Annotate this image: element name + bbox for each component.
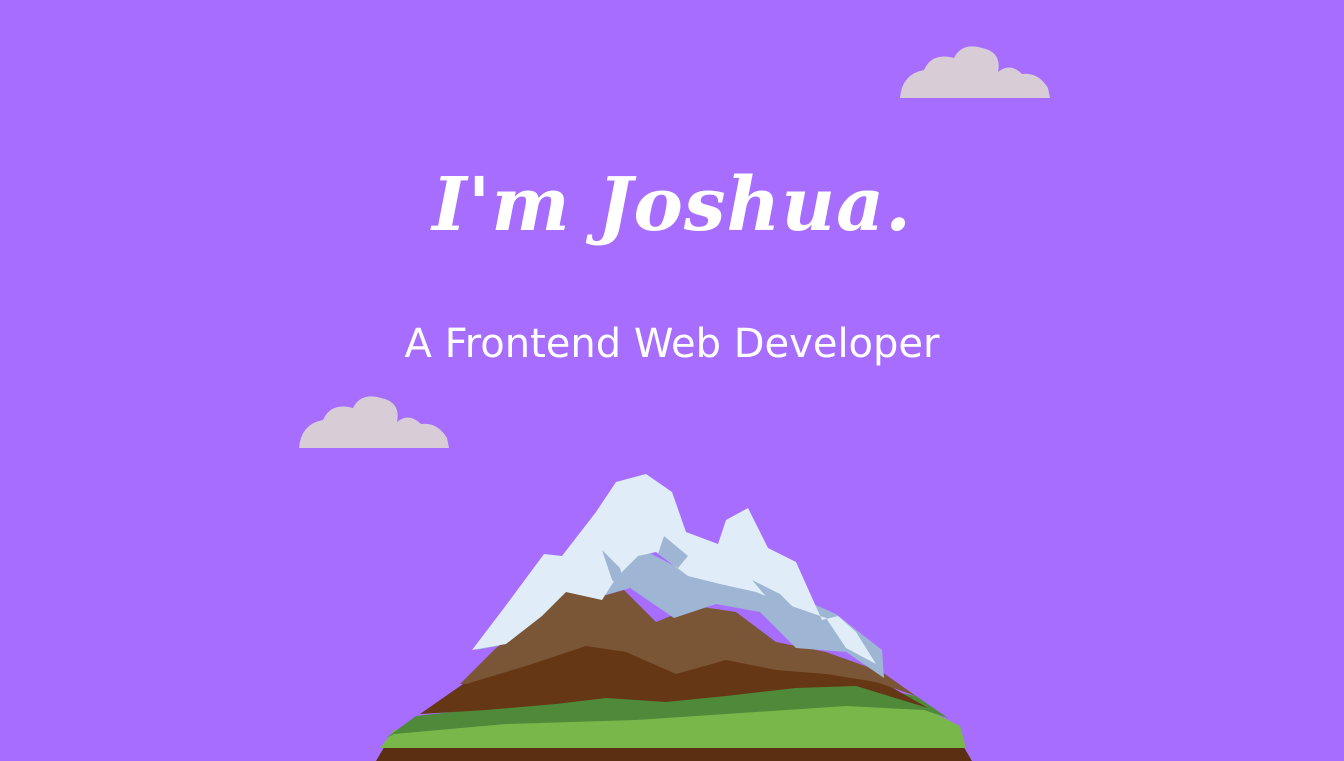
hero-subtitle: A Frontend Web Developer	[404, 321, 940, 367]
cloud-icon	[299, 396, 449, 448]
mountain-illustration	[376, 474, 972, 761]
hero-section: I'm Joshua. A Frontend Web Developer	[0, 0, 1344, 761]
hero-title: I'm Joshua.	[432, 162, 912, 248]
cloud-icon	[900, 46, 1050, 98]
